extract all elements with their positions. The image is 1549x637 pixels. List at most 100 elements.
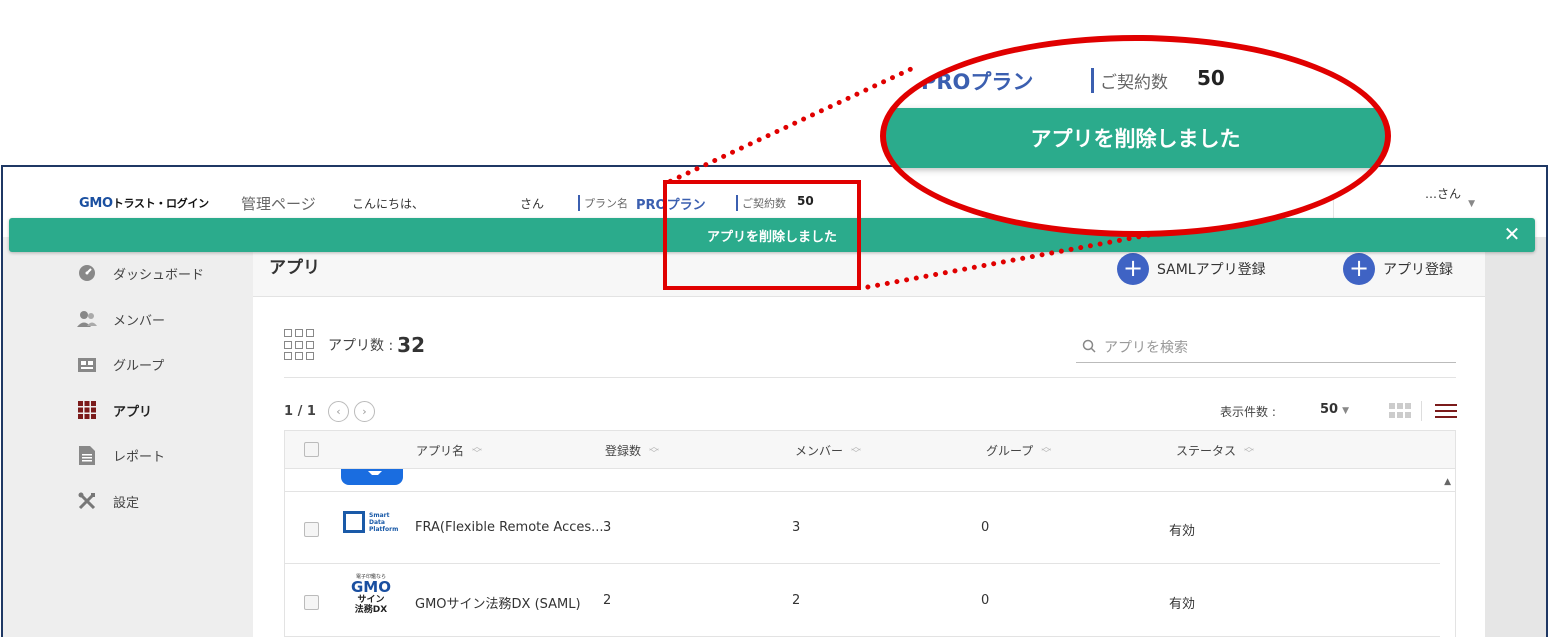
plan-label: プラン名 [578, 195, 628, 211]
registered-count: 3 [603, 520, 612, 535]
table-row[interactable]: Smart Data Platform FRA(Flexible Remote … [285, 492, 1440, 564]
search-icon [1082, 339, 1096, 357]
sort-icon: ︿ ﹀ [472, 441, 483, 460]
status-text: 有効 [1169, 597, 1196, 612]
sidebar-item-label: グループ [113, 358, 165, 374]
search-input[interactable] [1104, 339, 1424, 356]
logo-gmo-text: GMO [79, 196, 113, 211]
sidebar-item-label: ダッシュボード [113, 267, 205, 283]
sort-icon: ︿ ﹀ [851, 441, 862, 460]
add-app-button[interactable]: + アプリ登録 [1343, 253, 1453, 285]
table-header: アプリ名 ︿ ﹀ 登録数 ︿ ﹀ メンバー ︿ ﹀ グループ ︿ ﹀ ステータス… [285, 431, 1455, 469]
dashboard-icon [77, 263, 97, 283]
per-page-value: 50 [1320, 402, 1339, 417]
divider [284, 377, 1456, 378]
column-registered[interactable]: 登録数 ︿ ﹀ [605, 442, 659, 459]
column-status[interactable]: ステータス ︿ ﹀ [1176, 442, 1254, 459]
row-checkbox[interactable] [304, 595, 319, 610]
close-icon[interactable]: ✕ [1501, 223, 1523, 245]
highlight-box [663, 180, 861, 290]
sidebar-item-members[interactable]: メンバー [77, 307, 165, 331]
group-count: 0 [981, 520, 990, 535]
per-page-select[interactable]: 50 ▼ [1320, 402, 1349, 417]
registered-count: 2 [603, 593, 612, 608]
logo-text: GMO [351, 578, 391, 596]
sidebar-item-apps[interactable]: アプリ [77, 398, 152, 422]
logo-text: Platform [369, 525, 399, 533]
screenshot-stage: GMOトラスト・ログイン 管理ページ こんにちは、 さん プラン名 PROプラン… [0, 0, 1549, 637]
column-groups[interactable]: グループ ︿ ﹀ [986, 442, 1051, 459]
sort-icon: ︿ ﹀ [1244, 441, 1255, 460]
pagination: 1 / 1 ‹ › [284, 401, 375, 422]
main-content: アプリ + SAMLアプリ登録 + アプリ登録 アプリ数 : 32 アプリを検索… [253, 237, 1485, 637]
sidebar-item-groups[interactable]: グループ [77, 352, 164, 376]
add-saml-app-label: SAMLアプリ登録 [1157, 262, 1266, 278]
page-indicator: 1 / 1 [284, 404, 316, 419]
next-page-button[interactable]: › [353, 401, 375, 422]
row-checkbox[interactable] [304, 522, 319, 537]
sort-icon: ︿ ﹀ [1041, 441, 1052, 460]
select-all-checkbox[interactable] [304, 442, 319, 457]
plus-icon: + [1117, 253, 1149, 285]
gmo-sign-logo: 電子印鑑なら GMO サイン 法務DX [341, 573, 401, 615]
sidebar: ダッシュボード メンバー グループ アプリ レポート 設定 [3, 237, 253, 637]
highlight-ellipse [880, 35, 1391, 237]
sidebar-item-label: 設定 [113, 495, 140, 511]
scroll-up-icon[interactable]: ▲ [1444, 477, 1451, 487]
sidebar-item-label: メンバー [113, 313, 166, 329]
sidebar-item-label: レポート [113, 449, 166, 465]
column-label: 登録数 [605, 444, 642, 458]
apps-table: アプリ名 ︿ ﹀ 登録数 ︿ ﹀ メンバー ︿ ﹀ グループ ︿ ﹀ ステータス… [284, 430, 1456, 637]
table-row[interactable]: 電子印鑑なら GMO サイン 法務DX GMOサイン法務DX (SAML) 2 … [285, 565, 1440, 637]
column-label: グループ [986, 444, 1034, 458]
sidebar-item-settings[interactable]: 設定 [77, 489, 139, 513]
per-page-label: 表示件数 : [1220, 405, 1276, 419]
app-logo-partial [341, 469, 403, 485]
column-label: メンバー [795, 444, 844, 458]
view-separator [1421, 401, 1422, 421]
greeting-san: さん [520, 197, 545, 211]
apps-icon [77, 400, 97, 420]
plus-icon: + [1343, 253, 1375, 285]
report-icon [77, 445, 97, 465]
column-members[interactable]: メンバー ︿ ﹀ [795, 442, 861, 459]
logo-product-text: トラスト・ログイン [112, 197, 209, 210]
sidebar-item-reports[interactable]: レポート [77, 443, 165, 467]
members-icon [77, 309, 97, 329]
app-name[interactable]: GMOサイン法務DX (SAML) [415, 593, 581, 612]
user-name: …さん [1424, 187, 1461, 201]
sort-icon: ︿ ﹀ [649, 441, 660, 460]
column-app-name[interactable]: アプリ名 ︿ ﹀ [416, 442, 482, 459]
add-app-label: アプリ登録 [1383, 262, 1453, 278]
column-label: ステータス [1176, 444, 1237, 458]
grid-view-icon[interactable] [1389, 403, 1411, 419]
column-label: アプリ名 [416, 444, 465, 458]
gmo-trust-login-logo[interactable]: GMOトラスト・ログイン [79, 195, 209, 211]
admin-page-label: 管理ページ [241, 195, 316, 213]
member-count: 3 [792, 520, 801, 535]
app-grid-icon [284, 329, 316, 361]
logo-text: 法務DX [354, 605, 388, 615]
settings-icon [77, 491, 97, 511]
chevron-down-icon: ▼ [1468, 199, 1475, 209]
greeting-text: こんにちは、 [352, 197, 425, 211]
logo-text: Data [369, 518, 385, 526]
member-count: 2 [792, 593, 801, 608]
group-icon [77, 354, 97, 374]
smart-data-platform-logo: Smart Data Platform [343, 507, 401, 537]
app-count: アプリ数 : 32 [284, 329, 425, 361]
sidebar-item-dashboard[interactable]: ダッシュボード [77, 261, 204, 285]
app-search [1076, 333, 1456, 363]
app-name[interactable]: FRA(Flexible Remote Acces... [415, 520, 604, 535]
sidebar-item-label: アプリ [113, 404, 153, 420]
add-saml-app-button[interactable]: + SAMLアプリ登録 [1117, 253, 1266, 285]
prev-page-button[interactable]: ‹ [327, 401, 349, 422]
app-count-label: アプリ数 : [328, 338, 394, 354]
list-view-icon[interactable] [1435, 404, 1457, 420]
status-text: 有効 [1169, 524, 1196, 539]
app-count-value: 32 [397, 333, 426, 357]
right-gutter [1485, 237, 1546, 637]
group-count: 0 [981, 593, 990, 608]
logo-text: サイン [357, 595, 385, 605]
chevron-down-icon: ▼ [1342, 406, 1350, 416]
